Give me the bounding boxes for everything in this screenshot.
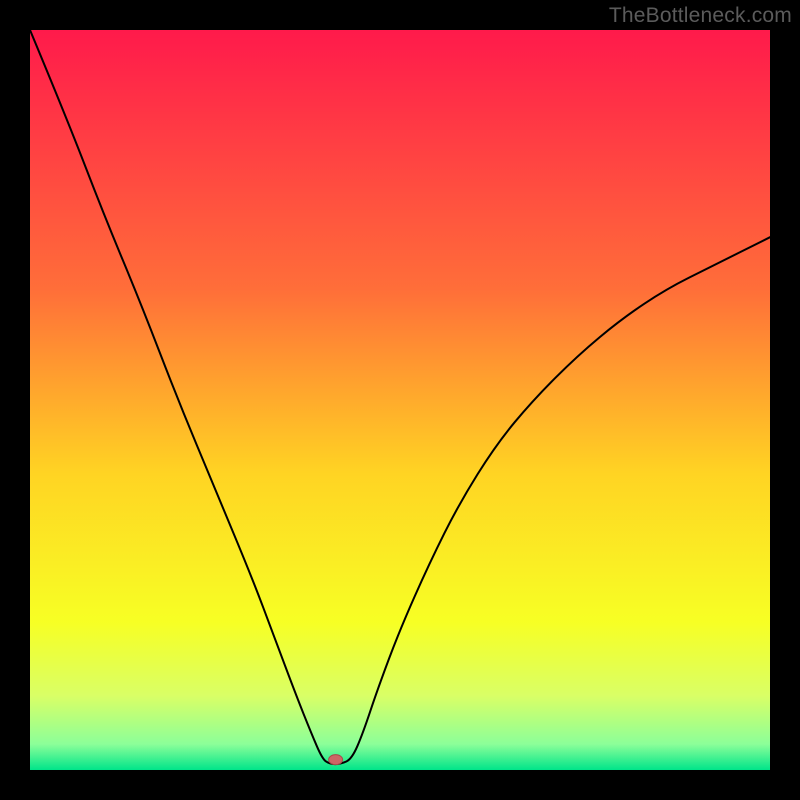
chart-background xyxy=(30,30,770,770)
bottleneck-chart xyxy=(30,30,770,770)
chart-frame xyxy=(30,30,770,770)
watermark-text: TheBottleneck.com xyxy=(609,4,792,28)
optimal-point-marker xyxy=(329,755,343,765)
